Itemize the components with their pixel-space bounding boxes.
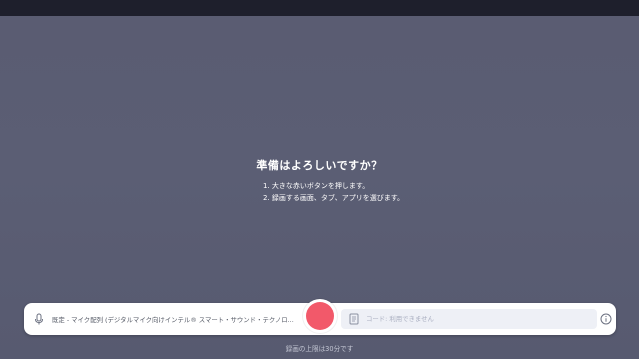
top-bar xyxy=(0,0,639,16)
recording-limit-note: 録画の上限は30分です xyxy=(285,345,354,353)
microphone-selector[interactable]: 既定 - マイク配列 (デジタルマイク向けインテル® スマート・サウンド・テクノ… xyxy=(32,309,322,329)
instruction-list: 1. 大きな赤いボタンを押します。 2. 録画する画面、タブ、アプリを選びます。 xyxy=(263,180,404,204)
code-input[interactable] xyxy=(366,315,586,323)
info-icon[interactable] xyxy=(600,313,612,325)
ready-title: 準備はよろしいですか？ xyxy=(256,159,383,172)
recording-control-bar: 既定 - マイク配列 (デジタルマイク向けインテル® スマート・サウンド・テクノ… xyxy=(24,299,616,335)
microphone-label: 既定 - マイク配列 (デジタルマイク向けインテル® スマート・サウンド・テクノ… xyxy=(52,315,294,324)
instruction-step-1: 1. 大きな赤いボタンを押します。 xyxy=(263,182,370,190)
instruction-step-2: 2. 録画する画面、タブ、アプリを選びます。 xyxy=(263,194,404,202)
record-button[interactable] xyxy=(306,302,334,330)
code-field[interactable] xyxy=(341,309,597,329)
microphone-icon xyxy=(35,313,43,325)
record-button-ring xyxy=(303,299,337,333)
document-icon xyxy=(349,313,359,325)
